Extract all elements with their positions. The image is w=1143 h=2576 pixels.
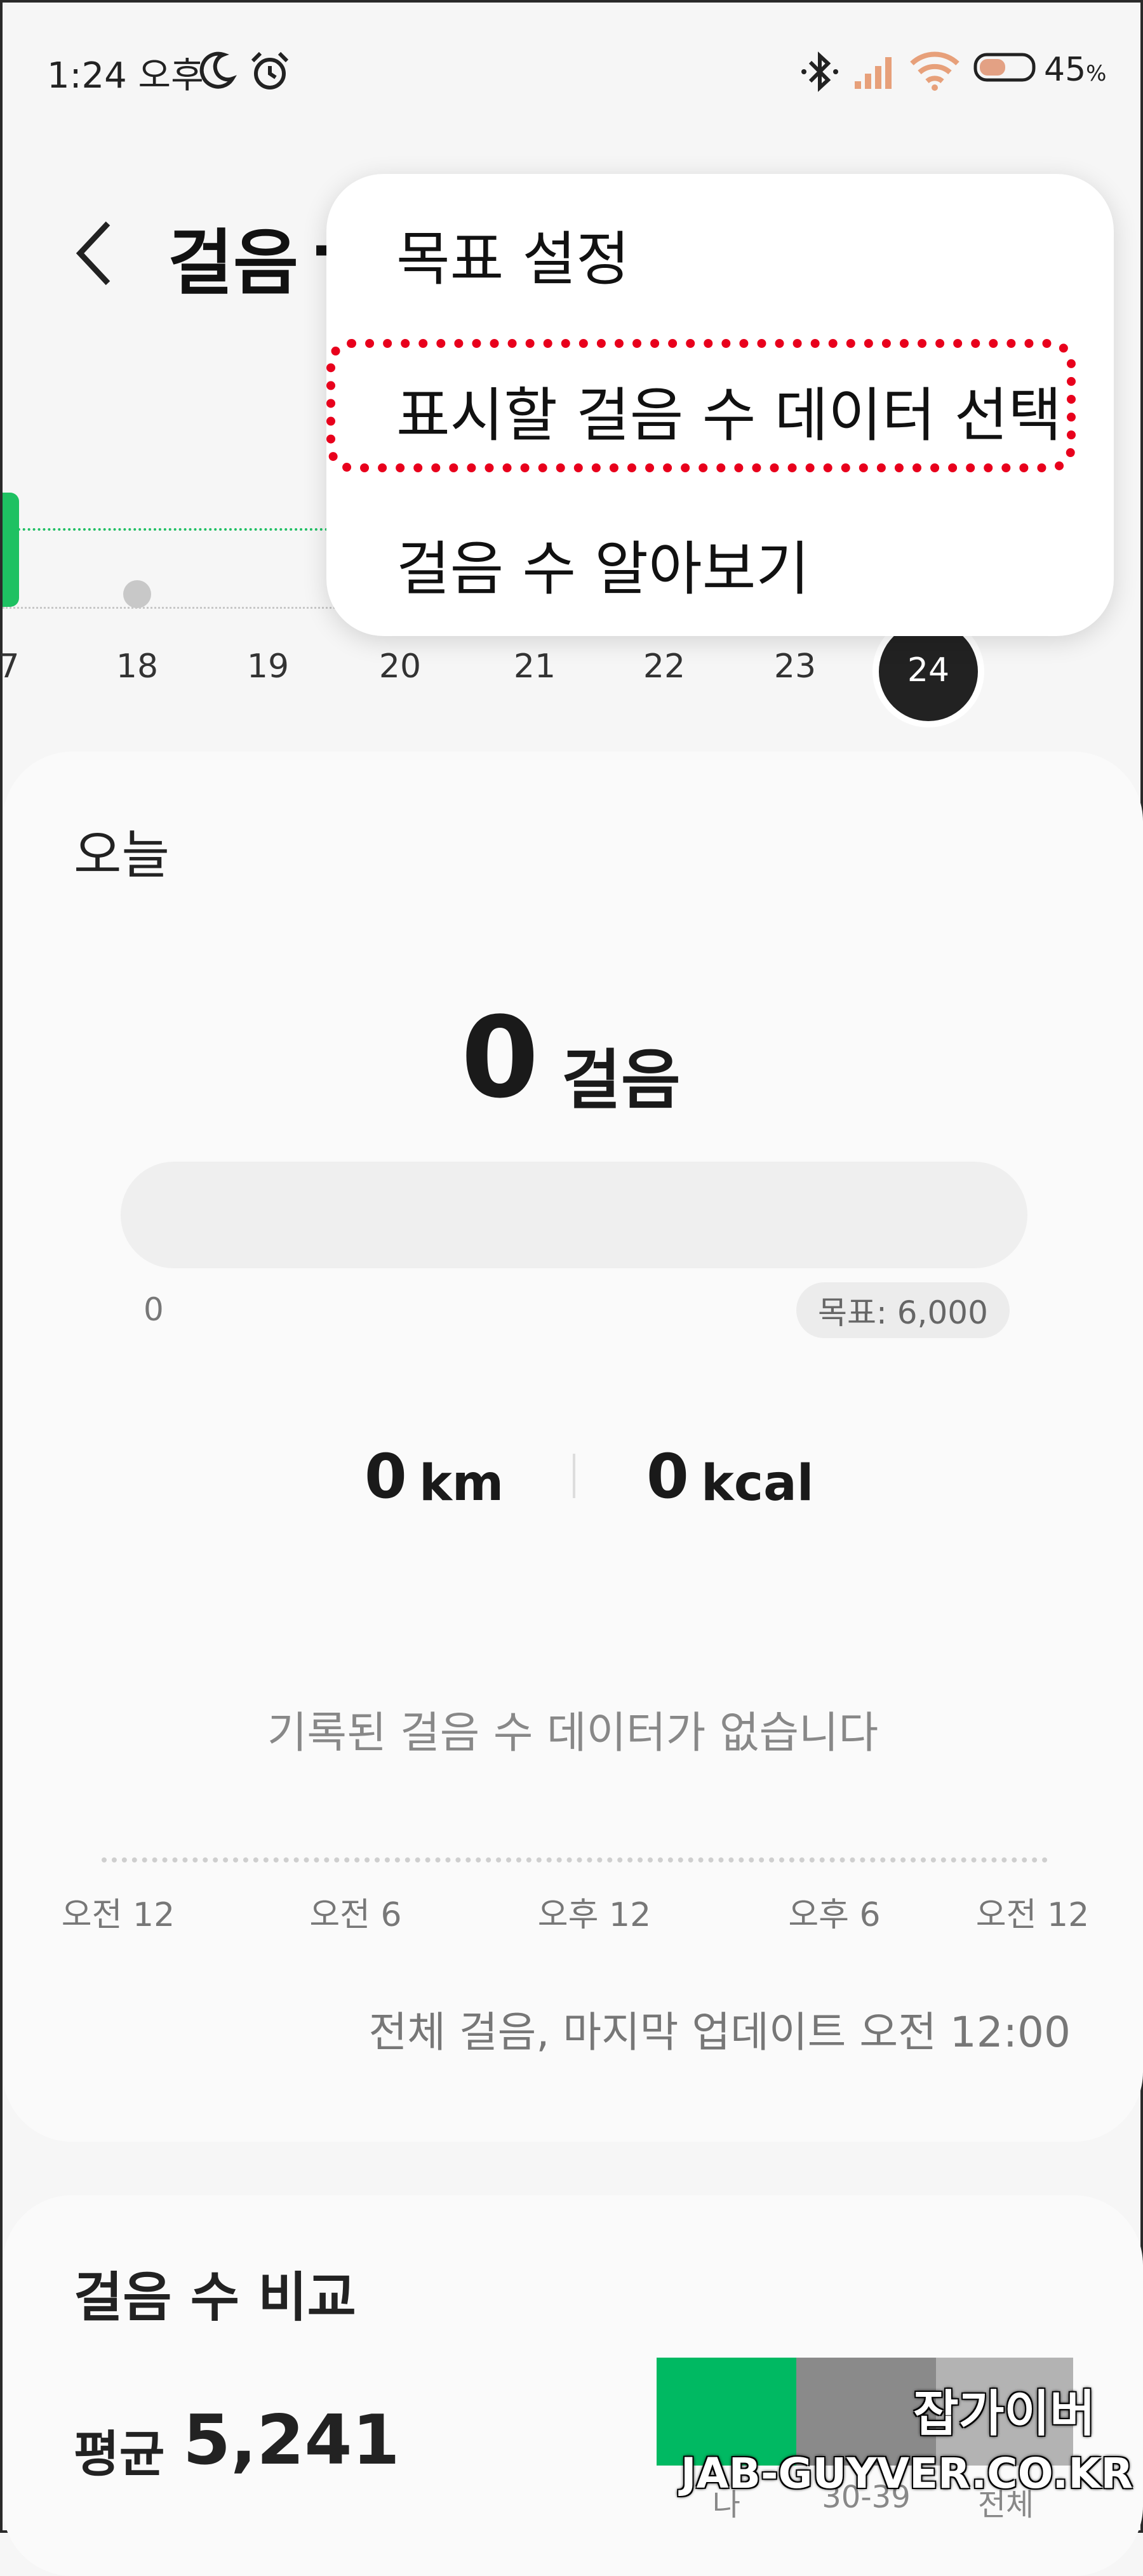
day-label[interactable]: 21	[497, 647, 573, 686]
moon-icon	[199, 51, 237, 89]
day-dot[interactable]	[123, 580, 151, 608]
steps-progress-bar	[121, 1162, 1027, 1268]
average-value: 5,241	[183, 2401, 400, 2480]
baseline	[3, 607, 358, 609]
watermark-title: 잡가이버	[913, 2386, 1096, 2443]
day-label[interactable]: 22	[626, 647, 702, 686]
calories-unit: kcal	[701, 1455, 814, 1512]
menu-item-learn-steps[interactable]: 걸음 수 알아보기	[396, 522, 810, 606]
day-label[interactable]: 23	[757, 647, 833, 686]
no-data-message: 기록된 걸음 수 데이터가 없습니다	[267, 1708, 879, 1758]
stats-divider	[573, 1454, 575, 1498]
timeline-label: 오후 12	[537, 1896, 652, 1934]
day-label[interactable]: 20	[362, 647, 438, 686]
back-arrow-icon[interactable]	[72, 218, 117, 288]
day-label[interactable]: 18	[99, 647, 175, 686]
today-label: 오늘	[74, 825, 170, 886]
timeline-label: 오전 6	[309, 1896, 402, 1934]
timeline-label: 오후 6	[788, 1896, 881, 1934]
menu-item-set-goal[interactable]: 목표 설정	[396, 212, 630, 296]
day-label[interactable]: 7	[0, 647, 47, 686]
timeline-axis	[102, 1857, 1048, 1862]
goal-badge: 목표: 6,000	[796, 1282, 1010, 1338]
average-label: 평균	[74, 2426, 165, 2483]
distance-unit: km	[419, 1455, 504, 1512]
timeline-label: 오전 12	[61, 1896, 175, 1934]
timeline-label: 오전 12	[975, 1896, 1090, 1934]
page-title: 걸음	[168, 222, 299, 305]
wifi-icon	[910, 51, 959, 91]
compare-title: 걸음 수 비교	[74, 2266, 356, 2328]
day-label[interactable]: 19	[230, 647, 306, 686]
overflow-menu: 목표 설정 표시할 걸음 수 데이터 선택 걸음 수 알아보기	[326, 174, 1114, 636]
last-update-text: 전체 걸음, 마지막 업데이트 오전 12:00	[368, 2008, 1071, 2057]
steps-unit: 걸음	[561, 1043, 681, 1119]
bluetooth-icon	[801, 51, 838, 92]
signal-icon	[855, 57, 892, 89]
steps-value: 0	[461, 993, 539, 1123]
progress-start-label: 0	[144, 1291, 164, 1328]
watermark-url: JAB-GUYVER.CO.KR	[681, 2449, 1133, 2498]
calories-value: 0	[646, 1441, 689, 1512]
battery-percent: 45%	[1044, 51, 1107, 89]
selected-day-label[interactable]: 24	[879, 651, 978, 689]
day-bar[interactable]	[3, 493, 19, 607]
status-time: 1:24 오후	[47, 55, 204, 96]
goal-line	[3, 528, 358, 531]
alarm-icon	[251, 51, 289, 90]
distance-value: 0	[364, 1441, 407, 1512]
menu-highlight-box	[326, 339, 1076, 472]
battery-icon	[973, 53, 1036, 82]
